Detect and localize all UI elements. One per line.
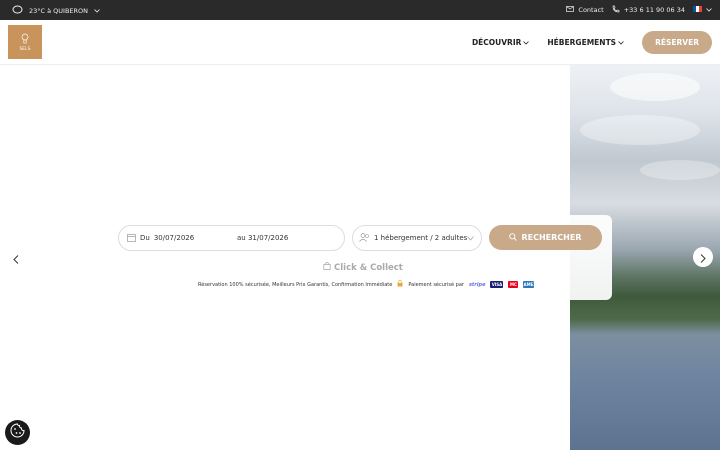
stripe-logo: stripe <box>468 281 486 288</box>
top-bar: 23°C à QUIBERON Contact +33 6 11 90 06 3… <box>0 0 720 20</box>
logo-text: SELS <box>19 46 31 52</box>
nav-hebergements[interactable]: HÉBERGEMENTS <box>547 38 624 47</box>
chevron-down-icon <box>523 38 530 47</box>
to-date-group: au 31/07/2026 <box>237 234 288 242</box>
chevron-down-icon <box>706 6 712 14</box>
bulb-icon <box>21 33 29 47</box>
brand-logo[interactable]: SELS <box>8 25 42 59</box>
reserve-button[interactable]: RÉSERVER <box>642 31 712 54</box>
chevron-right-icon <box>700 248 706 267</box>
payment-text: Paiement sécurisé par <box>408 281 464 288</box>
cookie-icon <box>10 423 25 442</box>
from-label: Du <box>140 234 150 242</box>
people-icon <box>359 232 370 244</box>
search-button-label: RECHERCHER <box>521 233 582 242</box>
main-header: SELS DÉCOUVRIR HÉBERGEMENTS RÉSERVER <box>0 20 720 65</box>
date-range-picker[interactable]: Du 30/07/2026 au 31/07/2026 <box>118 225 345 251</box>
chevron-down-icon <box>618 38 624 47</box>
nav-decouvrir[interactable]: DÉCOUVRIR <box>471 38 530 47</box>
phone-icon <box>612 5 620 15</box>
slider-prev-button[interactable] <box>8 250 24 266</box>
visa-logo: VISA <box>490 281 504 288</box>
lock-icon <box>397 280 403 289</box>
contact-link[interactable]: Contact <box>566 6 604 14</box>
chevron-down-icon <box>467 235 474 243</box>
calendar-icon <box>127 233 136 244</box>
click-collect-link[interactable]: Click & Collect <box>323 262 403 273</box>
nav-label: DÉCOUVRIR <box>471 38 522 47</box>
search-button[interactable]: RECHERCHER <box>489 225 602 250</box>
to-label: au <box>237 234 246 242</box>
chevron-down-icon <box>94 7 100 15</box>
trust-strip: Réservation 100% sécurisée, Meilleurs Pr… <box>198 280 537 289</box>
contact-label: Contact <box>578 6 604 14</box>
language-selector[interactable] <box>693 6 712 14</box>
phone-link[interactable]: +33 6 11 90 06 34 <box>612 5 685 15</box>
weather-widget[interactable]: 23°C à QUIBERON <box>12 5 100 16</box>
guests-selector[interactable]: 1 hébergement / 2 adultes <box>352 225 482 251</box>
booking-search-panel: Du 30/07/2026 au 31/07/2026 1 hébergemen… <box>115 215 612 300</box>
guarantee-text: Réservation 100% sécurisée, Meilleurs Pr… <box>198 281 393 288</box>
mastercard-logo: MC <box>508 281 519 288</box>
cloud-icon <box>12 5 23 16</box>
shopping-bag-icon <box>323 262 331 273</box>
from-date: 30/07/2026 <box>153 234 195 242</box>
mail-icon <box>566 6 575 14</box>
guests-text: 1 hébergement / 2 adultes <box>374 234 468 242</box>
phone-number: +33 6 11 90 06 34 <box>623 6 685 14</box>
to-date: 31/07/2026 <box>247 234 289 242</box>
slider-next-button[interactable] <box>693 247 713 267</box>
chevron-left-icon <box>13 249 19 268</box>
cookie-settings-button[interactable] <box>5 420 30 445</box>
french-flag-icon <box>693 6 702 14</box>
click-collect-label: Click & Collect <box>334 262 403 273</box>
amex-logo: AMEX <box>523 281 537 288</box>
nav-label: HÉBERGEMENTS <box>547 38 617 47</box>
weather-text: 23°C à QUIBERON <box>29 6 89 15</box>
search-icon <box>509 232 518 243</box>
